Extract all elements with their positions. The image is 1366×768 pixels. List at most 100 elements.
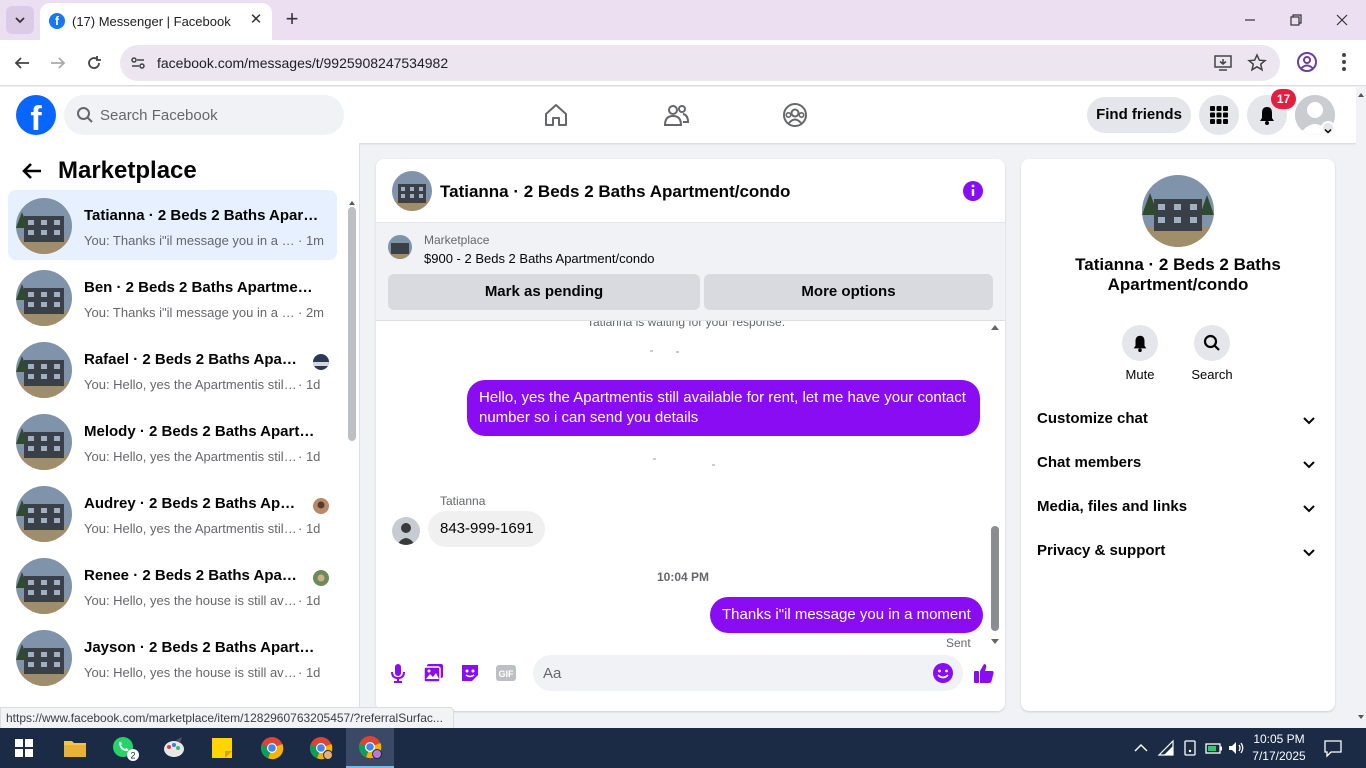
reload-icon: [88, 56, 101, 69]
thumbs-up-icon[interactable]: [972, 661, 996, 685]
chrome-active-window-icon[interactable]: [346, 728, 394, 768]
find-friends-button[interactable]: Find friends: [1087, 97, 1191, 133]
install-app-icon[interactable]: [1213, 53, 1233, 73]
sticky-notes-icon[interactable]: [198, 728, 246, 768]
message-input-wrapper[interactable]: [533, 655, 963, 691]
sticker-icon[interactable]: [458, 661, 482, 685]
facebook-search[interactable]: [64, 95, 344, 135]
notifications-center-icon[interactable]: [1323, 738, 1343, 758]
chrome-icon[interactable]: [248, 728, 296, 768]
waiting-note: Tatianna is waiting for your response.: [586, 321, 786, 329]
chrome-profile-icon[interactable]: [297, 728, 345, 768]
account-menu-caret[interactable]: [1321, 121, 1335, 135]
search-label: Search: [1191, 367, 1233, 382]
sender-avatar[interactable]: [392, 517, 420, 545]
facebook-logo[interactable]: f: [16, 95, 56, 135]
marketplace-listing-bar: Marketplace $900 - 2 Beds 2 Baths Apartm…: [376, 223, 1005, 321]
bookmark-star-icon[interactable]: [1247, 53, 1267, 73]
conversation-time: · 1d: [298, 521, 321, 536]
browser-toolbar: facebook.com/messages/t/9925908247534982: [0, 40, 1366, 86]
window-restore-button[interactable]: [1284, 8, 1308, 32]
browser-tab[interactable]: f (17) Messenger | Facebook ✕: [40, 3, 272, 40]
reload-button[interactable]: [82, 51, 106, 75]
conversation-item[interactable]: Ben · 2 Beds 2 Baths Apartment/condo You…: [8, 262, 337, 332]
conversation-avatar[interactable]: [1142, 175, 1214, 247]
scrollbar-thumb[interactable]: [348, 207, 356, 441]
mute-action[interactable]: Mute: [1110, 325, 1170, 382]
paint-app-icon[interactable]: [150, 728, 198, 768]
wifi-icon[interactable]: [1156, 738, 1176, 758]
message-scrollbar[interactable]: [990, 321, 1000, 649]
emoji-icon[interactable]: [931, 661, 955, 685]
conversation-item[interactable]: Renee · 2 Beds 2 Baths Apartment/condo Y…: [8, 550, 337, 620]
browser-profile-icon[interactable]: [1296, 51, 1318, 73]
tab-search-button[interactable]: [6, 6, 34, 34]
grid-icon: [1210, 106, 1228, 124]
conversation-item[interactable]: Tatianna · 2 Beds 2 Baths Apartment/cond…: [8, 190, 337, 260]
read-receipt-dot: [653, 458, 656, 460]
scrollbar-thumb[interactable]: [991, 526, 999, 631]
tab-close-icon[interactable]: ✕: [246, 10, 266, 30]
message-input[interactable]: [543, 655, 923, 691]
sender-name: Tatianna: [440, 494, 486, 508]
site-info-icon[interactable]: [128, 53, 148, 73]
conversation-item[interactable]: Rafael · 2 Beds 2 Baths Apartment/condo …: [8, 334, 337, 404]
listing-thumbnail: [16, 198, 72, 254]
photo-icon[interactable]: [422, 661, 446, 685]
chevron-down-icon: [1303, 417, 1315, 425]
back-button[interactable]: [10, 51, 34, 75]
customize-chat-section[interactable]: Customize chat: [1029, 398, 1327, 442]
page-scrollbar[interactable]: [1356, 87, 1366, 728]
conversation-item[interactable]: Jayson · 2 Beds 2 Baths Apartment/condo …: [8, 622, 337, 692]
browser-menu-icon[interactable]: [1334, 51, 1354, 73]
gif-icon[interactable]: GIF: [494, 661, 518, 685]
search-action[interactable]: Search: [1182, 325, 1242, 382]
taskbar-clock[interactable]: 10:05 PM 7/17/2025: [1248, 731, 1310, 765]
battery-icon[interactable]: [1204, 738, 1224, 758]
privacy-support-section[interactable]: Privacy & support: [1029, 530, 1327, 574]
arrow-right-icon: [51, 57, 66, 69]
whatsapp-icon[interactable]: 2: [101, 728, 149, 768]
start-button[interactable]: [0, 728, 48, 768]
window-close-button[interactable]: [1330, 8, 1354, 32]
section-label: Customize chat: [1037, 410, 1148, 427]
outgoing-message[interactable]: Hello, yes the Apartmentis still availab…: [467, 380, 980, 436]
search-input[interactable]: [100, 95, 330, 135]
chat-members-section[interactable]: Chat members: [1029, 442, 1327, 486]
seen-avatar: [313, 354, 329, 370]
media-files-links-section[interactable]: Media, files and links: [1029, 486, 1327, 530]
marketplace-label: Marketplace: [424, 233, 490, 247]
conversation-item[interactable]: Melody · 2 Beds 2 Baths Apartment/condo …: [8, 406, 337, 476]
chat-title[interactable]: Tatianna · 2 Beds 2 Baths Apartment/cond…: [440, 182, 790, 202]
windows-taskbar: 2 10:05 PM 7/17/2025: [0, 728, 1366, 768]
chevron-up-icon[interactable]: [1131, 738, 1151, 758]
conversation-item[interactable]: Audrey · 2 Beds 2 Baths Apartment/condo …: [8, 478, 337, 548]
device-icon[interactable]: [1180, 738, 1200, 758]
close-icon: [1336, 14, 1348, 26]
read-receipt-dot: [712, 464, 715, 466]
friends-icon[interactable]: [662, 101, 690, 129]
address-bar[interactable]: facebook.com/messages/t/9925908247534982: [120, 45, 1280, 81]
groups-icon[interactable]: [781, 101, 809, 129]
new-tab-button[interactable]: +: [280, 8, 304, 32]
listing-title[interactable]: $900 - 2 Beds 2 Baths Apartment/condo: [424, 251, 655, 266]
outgoing-message[interactable]: Thanks i"il message you in a moment: [710, 597, 983, 633]
info-icon[interactable]: [962, 180, 984, 202]
home-icon[interactable]: [542, 101, 570, 129]
listing-thumbnail: [16, 270, 72, 326]
forward-button[interactable]: [46, 51, 70, 75]
file-explorer-icon[interactable]: [51, 728, 99, 768]
more-options-button[interactable]: More options: [704, 274, 993, 310]
back-arrow-icon[interactable]: [20, 159, 44, 183]
menu-grid-button[interactable]: [1199, 95, 1239, 135]
mark-as-pending-button[interactable]: Mark as pending: [388, 274, 700, 310]
volume-icon[interactable]: [1227, 738, 1247, 758]
microphone-icon[interactable]: [386, 661, 410, 685]
incoming-message[interactable]: 843-999-1691: [428, 511, 546, 547]
chat-avatar[interactable]: [392, 171, 432, 211]
section-label: Privacy & support: [1037, 542, 1166, 559]
conversation-list-scrollbar[interactable]: [348, 195, 356, 735]
chevron-down-icon: [1303, 505, 1315, 513]
window-minimize-button[interactable]: [1238, 8, 1262, 32]
conversation-preview: You: Hello, yes the Apartmentis still av…: [84, 521, 298, 536]
